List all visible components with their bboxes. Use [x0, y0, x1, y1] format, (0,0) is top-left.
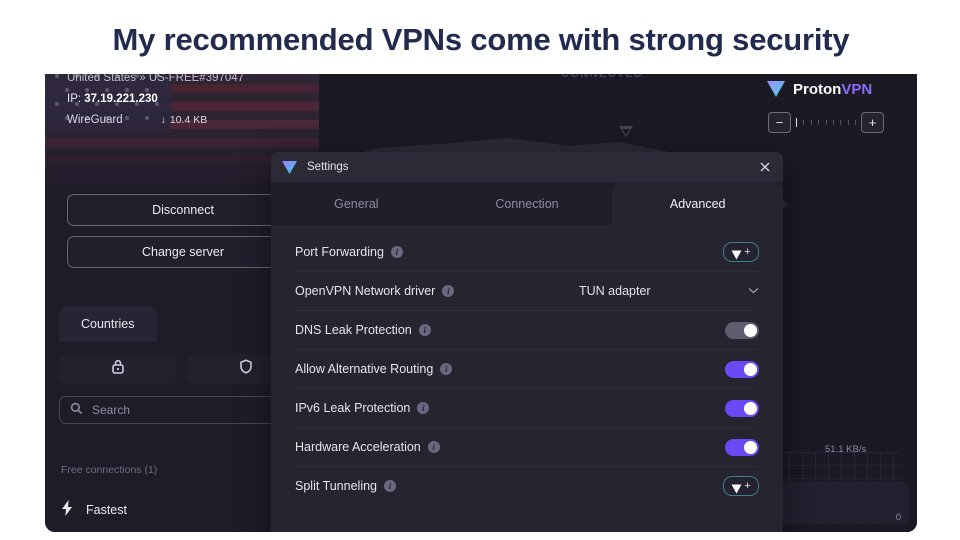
screenshot-root: United States » US-FREE#397047 IP: 37.19…: [0, 0, 960, 540]
setting-label: DNS Leak Protection: [295, 323, 412, 337]
bolt-icon: [61, 500, 74, 519]
ip-value: 37.19.221.230: [84, 93, 158, 106]
map-marker[interactable]: [619, 126, 633, 137]
proton-triangle-icon: [281, 160, 298, 175]
setting-row-dns-leak-protection[interactable]: DNS Leak Protection i: [295, 311, 759, 350]
zoom-tick: [847, 119, 849, 125]
list-item-fastest[interactable]: Fastest: [61, 500, 127, 519]
tab-general[interactable]: General: [271, 182, 442, 225]
setting-label: IPv6 Leak Protection: [295, 401, 411, 415]
close-icon[interactable]: [757, 159, 773, 175]
shield-icon: [238, 358, 254, 380]
ip-address-row: IP: 37.19.221.230: [67, 93, 317, 105]
page-title: My recommended VPNs come with strong sec…: [112, 22, 850, 57]
info-icon[interactable]: i: [427, 441, 440, 453]
dns-leak-protection-toggle[interactable]: [725, 321, 759, 339]
fastest-label: Fastest: [86, 502, 127, 517]
zoom-tick: [796, 117, 797, 127]
settings-dialog-title: Settings: [307, 161, 349, 173]
chevron-down-icon[interactable]: [748, 285, 759, 297]
zoom-tick: [832, 119, 834, 125]
title-banner: My recommended VPNs come with strong sec…: [45, 6, 917, 74]
brand-proton-text: Proton: [793, 80, 842, 98]
lock-icon: [110, 358, 126, 380]
proton-triangle-icon: [731, 247, 742, 260]
proton-triangle-icon: [766, 80, 786, 98]
protocol-row: WireGuard ↓ 10.4 KB: [67, 114, 317, 126]
protonvpn-app-window: United States » US-FREE#397047 IP: 37.19…: [45, 66, 917, 532]
setting-row-allow-alternative-routing[interactable]: Allow Alternative Routing i: [295, 350, 759, 389]
info-icon[interactable]: i: [417, 402, 430, 414]
network-driver-value[interactable]: TUN adapter: [579, 284, 651, 298]
plus-upgrade-badge[interactable]: +: [723, 242, 759, 262]
plus-badge-label: +: [744, 245, 751, 258]
hardware-acceleration-toggle[interactable]: [725, 438, 759, 456]
tab-advanced[interactable]: Advanced: [612, 182, 783, 225]
brand-vpn-text: VPN: [841, 80, 873, 98]
zoom-out-button[interactable]: −: [768, 111, 791, 133]
zoom-tick: [840, 119, 842, 125]
info-icon[interactable]: i: [418, 324, 431, 336]
info-icon[interactable]: i: [442, 285, 455, 297]
settings-dialog: Settings General Connection Advanced Por…: [271, 152, 783, 532]
secure-core-button[interactable]: [59, 354, 177, 384]
plus-upgrade-badge[interactable]: +: [723, 476, 759, 496]
setting-label: Allow Alternative Routing: [295, 362, 434, 376]
setting-row-port-forwarding[interactable]: Port Forwarding i +: [295, 233, 759, 272]
alternative-routing-toggle[interactable]: [725, 360, 759, 378]
sidebar-icon-buttons: [59, 354, 305, 384]
setting-row-ipv6-leak-protection[interactable]: IPv6 Leak Protection i: [295, 389, 759, 428]
setting-label: Split Tunneling: [295, 479, 378, 493]
tab-countries[interactable]: Countries: [59, 306, 157, 342]
plus-badge-label: +: [744, 479, 751, 492]
brand-wordmark: ProtonVPN: [793, 81, 872, 98]
zoom-in-button[interactable]: +: [861, 111, 884, 133]
protocol-name: WireGuard: [67, 114, 123, 127]
settings-tabs: General Connection Advanced: [271, 182, 783, 225]
disconnect-button[interactable]: Disconnect: [67, 194, 299, 226]
setting-row-split-tunneling[interactable]: Split Tunneling i +: [295, 467, 759, 505]
proton-triangle-icon: [731, 481, 742, 494]
setting-row-openvpn-network-driver[interactable]: OpenVPN Network driver i TUN adapter: [295, 272, 759, 311]
zoom-tick: [803, 119, 805, 125]
protonvpn-logo: ProtonVPN: [766, 80, 872, 98]
setting-label: OpenVPN Network driver: [295, 284, 436, 298]
download-rate: ↓ 10.4 KB: [160, 113, 208, 126]
zoom-tick: [855, 119, 856, 125]
zoom-tick: [825, 119, 827, 125]
map-zoom-control[interactable]: − +: [768, 111, 884, 133]
graph-x-axis-end-label: 0: [895, 512, 901, 523]
zoom-tick: [810, 119, 812, 125]
setting-label: Port Forwarding: [295, 245, 384, 259]
connection-details: United States » US-FREE#397047 IP: 37.19…: [67, 72, 317, 126]
settings-rows: Port Forwarding i + OpenVPN Network driv…: [271, 225, 783, 505]
free-connections-label: Free connections (1): [61, 464, 158, 476]
search-placeholder: Search: [92, 403, 131, 417]
info-icon[interactable]: i: [390, 246, 403, 258]
download-rate-value: 10.4 KB: [169, 113, 208, 126]
search-icon: [70, 402, 83, 418]
settings-dialog-header: Settings: [271, 152, 783, 182]
change-server-button[interactable]: Change server: [67, 236, 299, 268]
connection-actions: Disconnect Change server: [67, 194, 299, 278]
setting-label: Hardware Acceleration: [295, 440, 421, 454]
ipv6-leak-protection-toggle[interactable]: [725, 399, 759, 417]
tab-connection[interactable]: Connection: [442, 182, 613, 225]
zoom-tick: [818, 119, 820, 125]
search-input[interactable]: Search: [59, 396, 303, 424]
info-icon[interactable]: i: [440, 363, 453, 375]
setting-row-hardware-acceleration[interactable]: Hardware Acceleration i: [295, 428, 759, 467]
info-icon[interactable]: i: [384, 480, 397, 492]
ip-label: IP:: [67, 93, 82, 106]
download-arrow-icon: ↓: [160, 113, 166, 126]
zoom-slider-track[interactable]: [796, 117, 856, 127]
